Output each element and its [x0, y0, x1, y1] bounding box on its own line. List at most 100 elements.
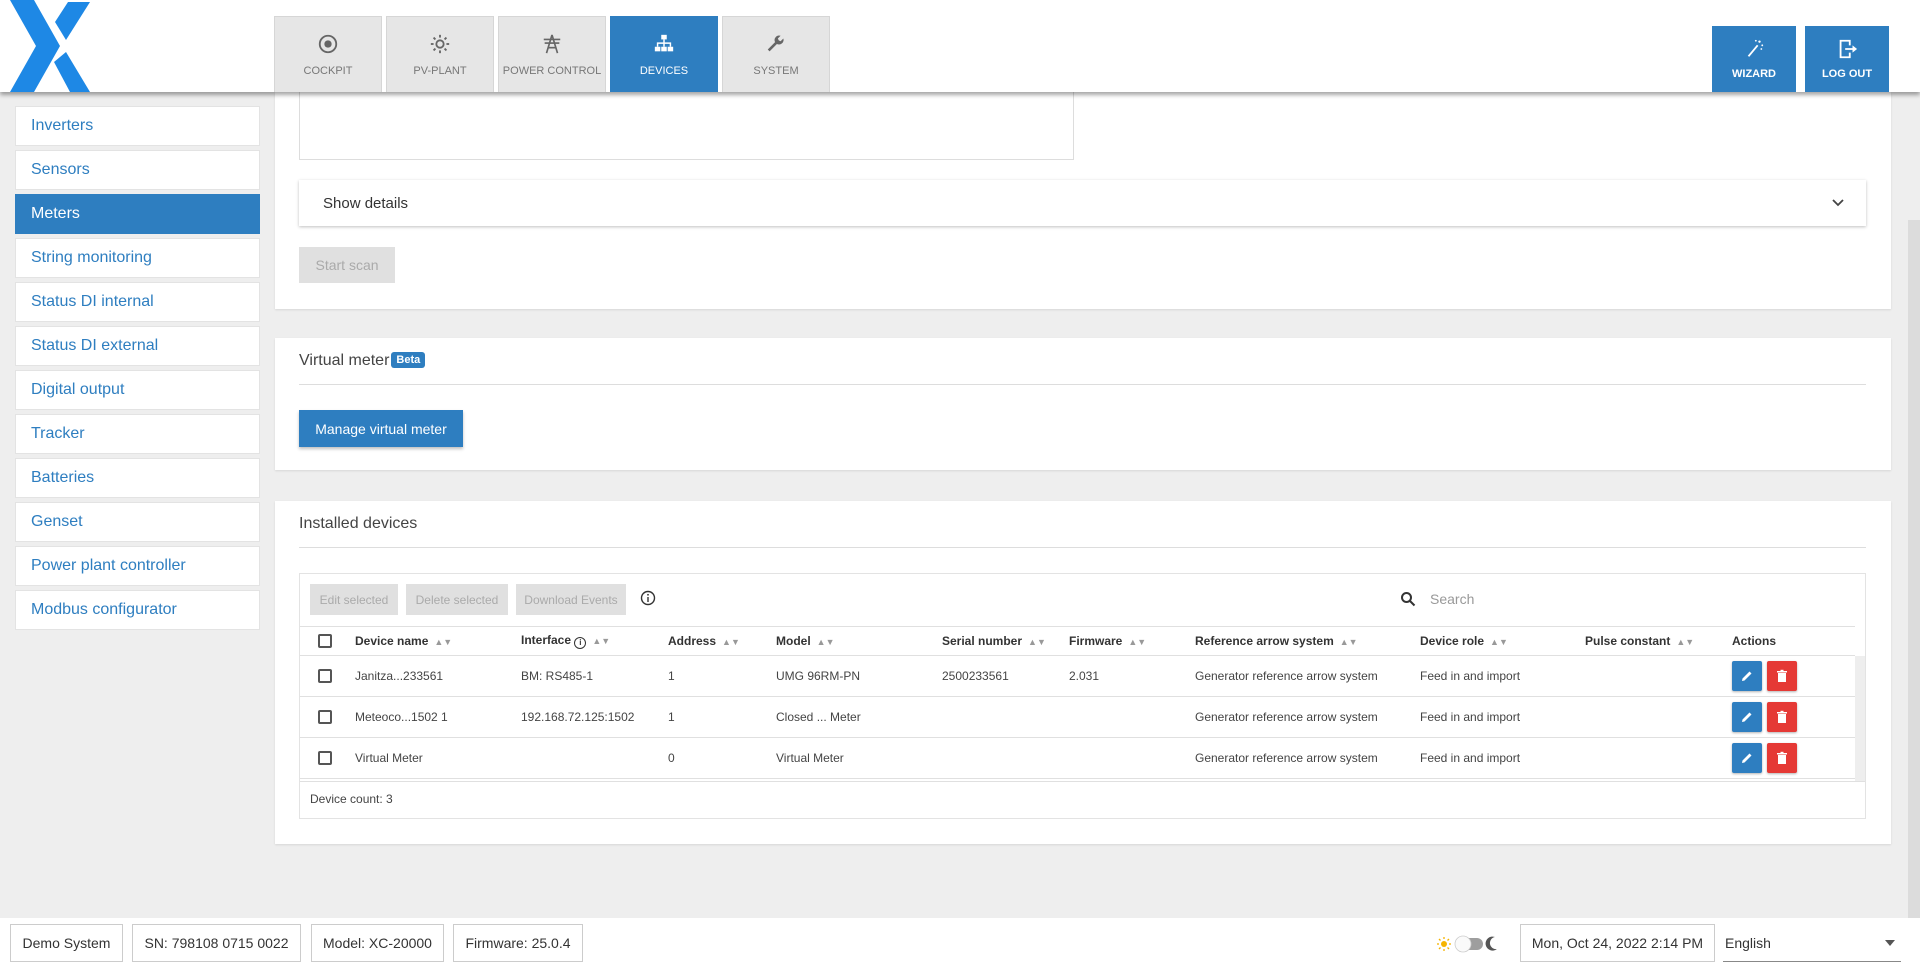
interface-cell: BM: RS485-1: [521, 655, 668, 697]
sidebar-item-status-di-internal[interactable]: Status DI internal: [15, 282, 260, 322]
sidebar-item-power-plant-controller[interactable]: Power plant controller: [15, 546, 260, 586]
info-icon[interactable]: [640, 590, 656, 606]
serial-cell: [942, 696, 1069, 738]
info-icon[interactable]: i: [574, 637, 587, 649]
actions-cell: [1732, 737, 1855, 779]
language-select[interactable]: English: [1723, 924, 1901, 962]
firmware-cell: [1069, 737, 1195, 779]
delete-button[interactable]: [1767, 702, 1797, 732]
delete-button[interactable]: [1767, 743, 1797, 773]
column-pulse-constant[interactable]: Pulse constant ▲▼: [1585, 626, 1732, 656]
column-label: Device role: [1420, 634, 1485, 648]
row-checkbox[interactable]: [318, 710, 332, 725]
divider: [299, 547, 1866, 548]
tab-cockpit[interactable]: COCKPIT: [274, 16, 382, 92]
column-device-role[interactable]: Device role ▲▼: [1420, 626, 1585, 656]
datetime-chip: Mon, Oct 24, 2022 2:14 PM: [1520, 924, 1715, 962]
show-details-expander[interactable]: Show details: [299, 180, 1866, 226]
tab-label: SYSTEM: [753, 64, 799, 77]
column-label: Pulse constant: [1585, 634, 1671, 648]
address-cell: 1: [668, 655, 776, 697]
virtual-meter-title: Virtual meter Beta: [299, 352, 426, 370]
cockpit-icon: [318, 34, 338, 53]
devices-table-card: Edit selected Delete selected Download E…: [299, 573, 1866, 819]
pencil-icon: [1742, 671, 1752, 681]
sidebar-item-modbus-configurator[interactable]: Modbus configurator: [15, 590, 260, 630]
company-logo: [10, 0, 90, 92]
column-model[interactable]: Model ▲▼: [776, 626, 942, 656]
page-scrollbar[interactable]: [1908, 220, 1920, 918]
sidebar-item-batteries[interactable]: Batteries: [15, 458, 260, 498]
serial-cell: 2500233561: [942, 655, 1069, 697]
row-checkbox[interactable]: [318, 669, 332, 684]
tab-pv-plant[interactable]: PV-PLANT: [386, 16, 494, 92]
search-input[interactable]: [1430, 586, 1630, 612]
sidebar-item-string-monitoring[interactable]: String monitoring: [15, 238, 260, 278]
row-select-cell: [300, 737, 355, 779]
role-cell: Feed in and import: [1420, 696, 1585, 738]
column-label: Device name: [355, 634, 429, 648]
sort-icon: ▲▼: [1128, 637, 1147, 647]
sort-icon: ▲▼: [592, 636, 611, 646]
column-serial-number[interactable]: Serial number ▲▼: [942, 626, 1069, 656]
column-interface[interactable]: Interface i ▲▼: [521, 626, 668, 656]
start-scan-button[interactable]: Start scan: [299, 247, 395, 283]
edit-button[interactable]: [1732, 661, 1762, 691]
address-cell: 1: [668, 696, 776, 738]
column-address[interactable]: Address ▲▼: [668, 626, 776, 656]
edit-button[interactable]: [1732, 702, 1762, 732]
reference-cell: Generator reference arrow system: [1195, 655, 1420, 697]
pencil-icon: [1742, 712, 1752, 722]
table-header-row: Device name ▲▼ Interface i ▲▼ Address ▲▼ Mo…: [300, 626, 1855, 656]
table-scrollbar[interactable]: [1855, 656, 1865, 781]
pulse-cell: [1585, 696, 1732, 738]
select-all-checkbox[interactable]: [318, 634, 332, 649]
column-device-name[interactable]: Device name ▲▼: [355, 626, 521, 656]
trash-icon: [1777, 751, 1787, 764]
column-actions: Actions: [1732, 626, 1855, 656]
sidebar-item-inverters[interactable]: Inverters: [15, 106, 260, 146]
sidebar-item-meters[interactable]: Meters: [15, 194, 260, 234]
logout-button[interactable]: LOG OUT: [1805, 26, 1889, 92]
status-footer: Demo System SN: 798108 0715 0022 Model: …: [0, 918, 1920, 969]
virtual-meter-panel: Virtual meter Beta Manage virtual meter: [275, 338, 1891, 470]
tab-system[interactable]: SYSTEM: [722, 16, 830, 92]
installed-devices-panel: Installed devices Edit selected Delete s…: [275, 501, 1891, 844]
tab-label: POWER CONTROL: [502, 64, 602, 77]
sidebar-item-sensors[interactable]: Sensors: [15, 150, 260, 190]
wizard-label: WIZARD: [1732, 68, 1776, 80]
theme-toggle[interactable]: [1436, 934, 1500, 954]
sort-icon: ▲▼: [1490, 637, 1508, 647]
delete-selected-button[interactable]: Delete selected: [406, 584, 508, 615]
delete-button[interactable]: [1767, 661, 1797, 691]
divider: [300, 781, 1865, 782]
scan-panel: Show details Start scan: [275, 92, 1891, 309]
column-firmware[interactable]: Firmware ▲▼: [1069, 626, 1195, 656]
tab-devices[interactable]: DEVICES: [610, 16, 718, 92]
role-cell: Feed in and import: [1420, 737, 1585, 779]
column-label: Reference arrow system: [1195, 634, 1334, 648]
reference-cell: Generator reference arrow system: [1195, 696, 1420, 738]
download-events-button[interactable]: Download Events: [516, 584, 626, 615]
sun-icon: [430, 34, 450, 53]
edit-selected-button[interactable]: Edit selected: [310, 584, 398, 615]
tab-power-control[interactable]: POWER CONTROL: [498, 16, 606, 92]
actions-cell: [1732, 696, 1855, 738]
system-name-chip: Demo System: [10, 924, 123, 962]
sidebar-item-status-di-external[interactable]: Status DI external: [15, 326, 260, 366]
show-details-label: Show details: [323, 194, 409, 212]
column-label: Firmware: [1069, 634, 1123, 648]
installed-devices-title: Installed devices: [299, 515, 418, 532]
sidebar-item-digital-output[interactable]: Digital output: [15, 370, 260, 410]
row-checkbox[interactable]: [318, 751, 332, 766]
sidebar-item-tracker[interactable]: Tracker: [15, 414, 260, 454]
devices-icon: [654, 34, 674, 51]
column-label: Address: [668, 634, 717, 648]
column-reference-arrow-system[interactable]: Reference arrow system ▲▼: [1195, 626, 1420, 656]
sidebar-item-genset[interactable]: Genset: [15, 502, 260, 542]
sort-icon: ▲▼: [722, 637, 740, 647]
wizard-button[interactable]: WIZARD: [1712, 26, 1796, 92]
sidebar: Inverters Sensors Meters String monitori…: [15, 106, 260, 634]
edit-button[interactable]: [1732, 743, 1762, 773]
manage-virtual-meter-button[interactable]: Manage virtual meter: [299, 410, 463, 447]
